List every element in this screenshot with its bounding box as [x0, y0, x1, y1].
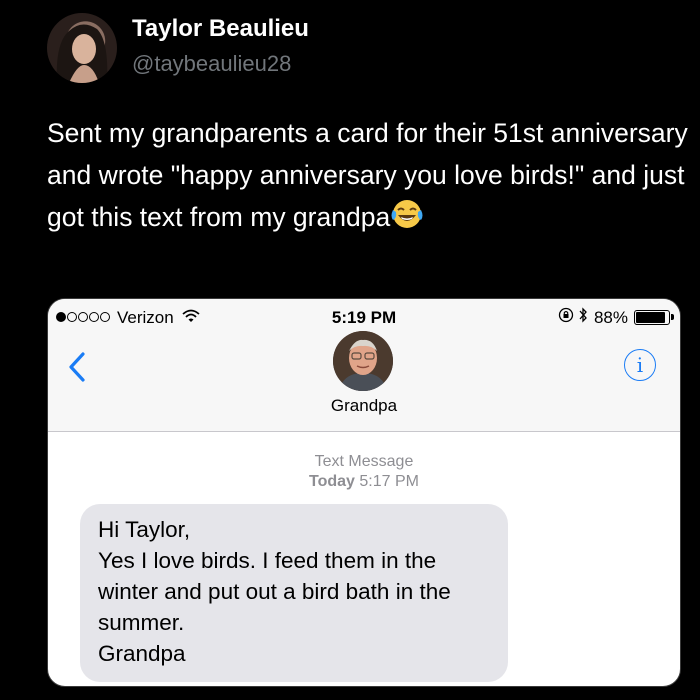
battery-percent: 88% [593, 307, 628, 327]
author-avatar[interactable] [47, 13, 117, 83]
author-name[interactable]: Taylor Beaulieu [132, 15, 309, 43]
message-line: summer. [98, 610, 185, 635]
message-line: Yes I love birds. I feed them in the [98, 548, 437, 573]
back-chevron-icon[interactable] [66, 351, 88, 383]
message-line: Grandpa [98, 641, 186, 666]
orientation-lock-icon [558, 307, 574, 328]
tweet-body: Sent my grandparents a card for their 51… [47, 118, 688, 232]
screenshot-image[interactable]: Verizon 5:19 PM 88% Grandpa i Text Messa… [47, 298, 681, 687]
incoming-message-bubble[interactable]: Hi Taylor, Yes I love birds. I feed them… [80, 504, 508, 682]
thread-time: 5:17 PM [359, 473, 419, 490]
info-icon[interactable]: i [624, 349, 656, 381]
message-line: winter and put out a bird bath in the [98, 579, 451, 604]
message-line: Hi Taylor, [98, 517, 191, 542]
thread-date: Today [309, 473, 355, 490]
battery-icon [634, 310, 674, 325]
contact-avatar[interactable] [333, 331, 393, 391]
author-handle[interactable]: @taybeaulieu28 [132, 51, 291, 77]
contact-name[interactable]: Grandpa [48, 396, 680, 416]
laughing-crying-emoji-icon [390, 198, 424, 230]
thread-label: Text Message [314, 453, 414, 470]
status-bar-right: 88% [558, 307, 674, 328]
thread-timestamp: Today 5:17 PM [48, 472, 680, 492]
messages-navbar: Verizon 5:19 PM 88% Grandpa i [48, 299, 680, 432]
tweet-text: Sent my grandparents a card for their 51… [47, 112, 697, 238]
bluetooth-icon [578, 307, 588, 328]
thread-header: Text Message Today 5:17 PM [48, 452, 680, 492]
